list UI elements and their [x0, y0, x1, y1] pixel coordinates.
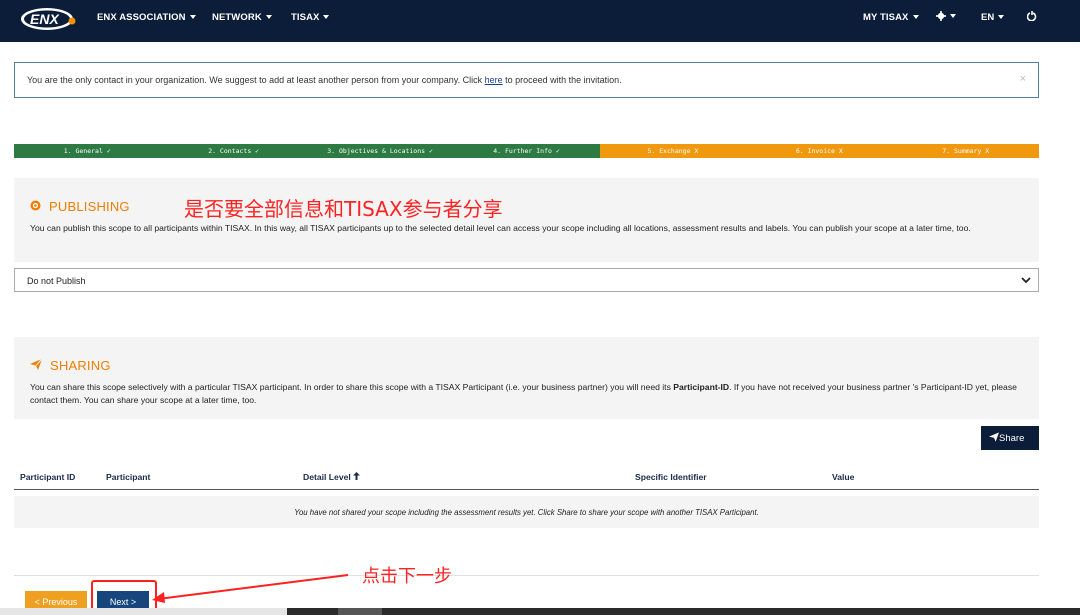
progress-steps: 1. General ✓ 2. Contacts ✓ 3. Objectives &… — [14, 144, 1039, 158]
publish-level-select[interactable]: Do not Publish — [14, 268, 1039, 292]
enx-logo[interactable]: ENX — [20, 6, 78, 32]
progress-step[interactable]: 3. Objectives & Locations ✓ — [306, 144, 454, 158]
col-detail-level[interactable]: Detail Level — [303, 472, 361, 482]
caret-down-icon — [189, 15, 196, 20]
nav-settings[interactable] — [936, 11, 956, 22]
progress-step[interactable]: 7. Summary X — [892, 144, 1039, 158]
nav-network[interactable]: NETWORK — [212, 12, 272, 23]
caret-down-icon — [998, 15, 1005, 20]
eye-icon — [30, 200, 41, 214]
sharing-panel: SHARING You can share this scope selecti… — [14, 337, 1039, 419]
publishing-heading: PUBLISHING — [30, 199, 130, 214]
table-empty-row: You have not shared your scope including… — [14, 496, 1039, 528]
send-icon — [989, 432, 999, 442]
arrow-annotation — [152, 574, 349, 603]
publishing-description: You can publish this scope to all partic… — [30, 223, 971, 233]
col-participant-id[interactable]: Participant ID — [20, 472, 75, 482]
caret-down-icon — [265, 15, 272, 20]
sort-up-icon — [353, 472, 361, 482]
share-button[interactable]: Share — [981, 426, 1039, 450]
progress-step[interactable]: 5. Exchange X — [599, 144, 747, 158]
caret-down-icon — [950, 14, 956, 19]
nav-my-tisax[interactable]: MY TISAX — [863, 12, 919, 23]
contact-alert: You are the only contact in your organiz… — [14, 62, 1039, 98]
invite-link[interactable]: here — [485, 75, 503, 85]
col-value[interactable]: Value — [832, 472, 854, 482]
sharing-table-header: Participant ID Participant Detail Level … — [14, 466, 1039, 490]
top-navbar: ENX ENX ASSOCIATION NETWORK TISAX MY TIS… — [0, 0, 1080, 42]
nav-logout[interactable] — [1026, 11, 1037, 24]
col-specific-identifier[interactable]: Specific Identifier — [635, 472, 707, 482]
nav-tisax[interactable]: TISAX — [291, 12, 330, 23]
nav-enx-association[interactable]: ENX ASSOCIATION — [97, 12, 196, 23]
send-icon — [30, 358, 43, 373]
caret-down-icon — [912, 15, 919, 20]
taskbar — [0, 608, 1080, 615]
svg-text:ENX: ENX — [30, 11, 60, 27]
gear-icon — [936, 11, 946, 22]
publishing-panel: PUBLISHING You can publish this scope to… — [14, 178, 1039, 262]
taskbar-segment — [338, 608, 382, 615]
progress-step[interactable]: 2. Contacts ✓ — [160, 144, 307, 158]
select-value: Do not Publish — [27, 276, 86, 286]
col-participant[interactable]: Participant — [106, 472, 150, 482]
progress-step[interactable]: 1. General ✓ — [14, 144, 161, 158]
empty-message: You have not shared your scope including… — [294, 508, 759, 517]
sharing-description: You can share this scope selectively wit… — [30, 382, 1017, 405]
sharing-heading: SHARING — [30, 358, 111, 373]
caret-down-icon — [323, 15, 330, 20]
nav-language[interactable]: EN — [981, 12, 1005, 23]
next-annotation: 点击下一步 — [362, 566, 452, 587]
publishing-annotation: 是否要全部信息和TISAX参与者分享 — [184, 197, 503, 221]
progress-step[interactable]: 6. Invoice X — [746, 144, 893, 158]
logout-icon — [1026, 11, 1037, 22]
progress-step[interactable]: 4. Further Info ✓ — [453, 144, 600, 158]
taskbar-segment — [0, 608, 287, 615]
alert-message: You are the only contact in your organiz… — [27, 75, 622, 85]
chevron-down-icon — [1021, 277, 1031, 284]
close-icon[interactable]: × — [1020, 73, 1026, 85]
